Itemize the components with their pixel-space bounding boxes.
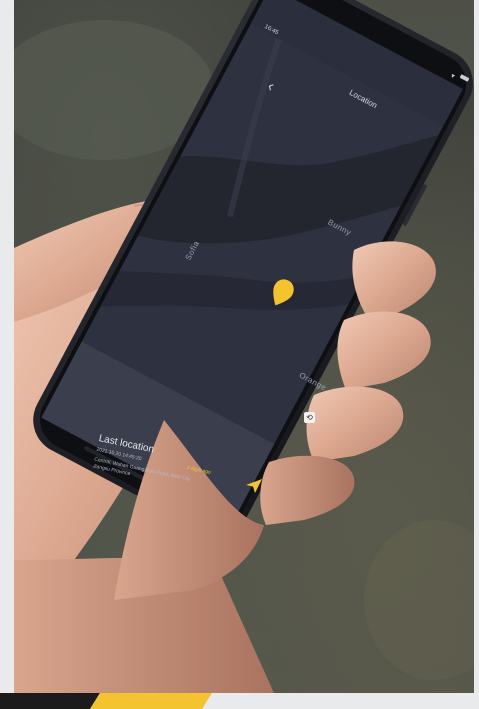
middle-finger (337, 311, 431, 390)
card-time-ago: 3 days ago (186, 464, 212, 476)
navigation-arrow-icon[interactable] (245, 478, 263, 494)
hand-holding-phone-scene (14, 0, 474, 693)
index-finger (352, 241, 436, 320)
decorative-bottom-strip (0, 693, 479, 709)
photo: 16:45 ▾ ‹ Location Sofia Bunny Orange La… (14, 0, 474, 693)
ring-finger (306, 386, 404, 462)
sync-icon: ⟲ (304, 412, 315, 423)
location-pin-icon[interactable] (270, 278, 294, 308)
